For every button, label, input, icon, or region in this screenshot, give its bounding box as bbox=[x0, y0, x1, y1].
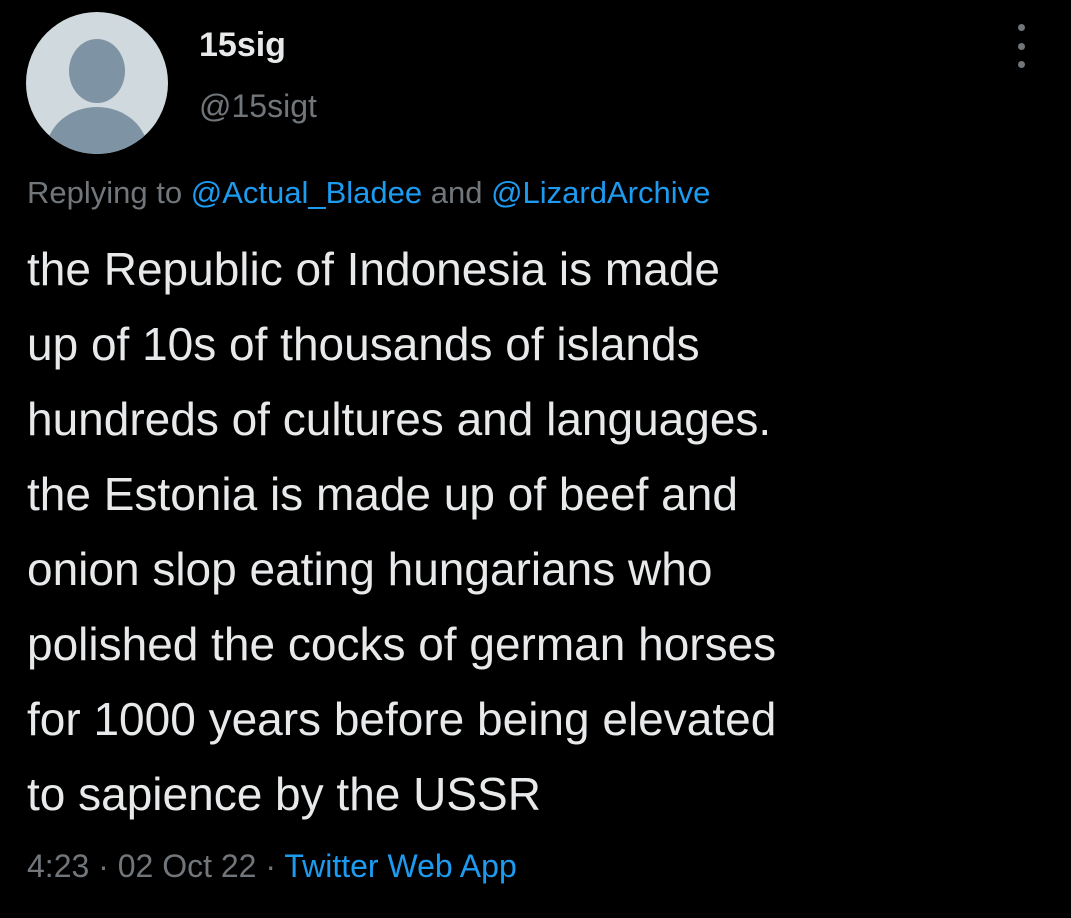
tweet: 15sig @15sigt Replying to @Actual_Bladee… bbox=[0, 0, 1071, 918]
reply-context: Replying to @Actual_Bladee and @LizardAr… bbox=[27, 175, 710, 211]
more-options-icon-dot bbox=[1017, 42, 1025, 50]
avatar[interactable] bbox=[26, 12, 168, 154]
tweet-text-line: for 1000 years before being elevated bbox=[27, 693, 777, 745]
tweet-text-line: polished the cocks of german horses bbox=[27, 618, 777, 670]
tweet-text-line: to sapience by the USSR bbox=[27, 768, 541, 820]
meta-separator: · bbox=[256, 848, 285, 884]
mention-actual-bladee[interactable]: @Actual_Bladee bbox=[191, 175, 422, 210]
more-options-icon-dot bbox=[1017, 61, 1025, 68]
tweet-time[interactable]: 4:23 bbox=[27, 848, 89, 884]
user-handle[interactable]: @15sigt bbox=[199, 88, 317, 125]
more-options-icon bbox=[1017, 24, 1025, 31]
meta-separator: · bbox=[89, 848, 118, 884]
tweet-text-line: up of 10s of thousands of islands bbox=[27, 318, 700, 370]
default-avatar-icon bbox=[69, 39, 125, 103]
mention-lizard-archive[interactable]: @LizardArchive bbox=[491, 175, 710, 210]
tweet-meta: 4:23 · 02 Oct 22 · Twitter Web App bbox=[27, 848, 517, 885]
avatar-shoulders bbox=[46, 107, 148, 154]
tweet-text-line: the Estonia is made up of beef and bbox=[27, 468, 738, 520]
reply-prefix: Replying to bbox=[27, 175, 191, 210]
reply-joiner: and bbox=[422, 175, 492, 210]
more-options-button[interactable] bbox=[1008, 24, 1034, 68]
tweet-source-link[interactable]: Twitter Web App bbox=[284, 848, 516, 884]
tweet-text: the Republic of Indonesia is made up of … bbox=[27, 232, 1047, 832]
tweet-date[interactable]: 02 Oct 22 bbox=[118, 848, 257, 884]
tweet-text-line: the Republic of Indonesia is made bbox=[27, 243, 720, 295]
tweet-text-line: onion slop eating hungarians who bbox=[27, 543, 713, 595]
display-name[interactable]: 15sig bbox=[199, 26, 286, 65]
tweet-text-line: hundreds of cultures and languages. bbox=[27, 393, 772, 445]
